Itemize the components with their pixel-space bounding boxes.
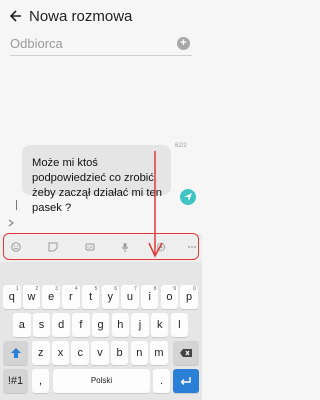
key-z[interactable]: z — [32, 341, 50, 365]
key-number-hint: 9 — [173, 286, 177, 292]
symbols-key[interactable]: !#1 — [3, 369, 28, 393]
key-q[interactable]: q1 — [3, 285, 21, 309]
key-a[interactable]: a — [13, 313, 31, 337]
key-g[interactable]: g — [91, 313, 110, 337]
space-key[interactable]: Polski — [53, 369, 150, 393]
key-label: k — [156, 319, 163, 331]
key-n[interactable]: n — [130, 341, 149, 365]
key-number-hint: 5 — [94, 286, 98, 292]
recipient-input[interactable]: Odbiorca — [10, 36, 63, 51]
text-cursor — [16, 200, 17, 210]
key-number-hint: 3 — [55, 286, 58, 292]
key-p[interactable]: p0 — [180, 285, 198, 309]
key-b[interactable]: b — [110, 341, 129, 365]
chevron-right-icon[interactable] — [8, 219, 14, 230]
key-label: o — [166, 291, 173, 303]
key-label: g — [97, 319, 104, 331]
enter-icon — [180, 377, 191, 385]
shift-key[interactable] — [3, 341, 28, 365]
key-label: a — [18, 319, 25, 331]
comma-key[interactable]: , — [32, 369, 49, 393]
plus-icon[interactable]: + — [177, 37, 190, 50]
key-label: y — [107, 291, 114, 303]
key-label: b — [116, 347, 123, 359]
key-label: q — [8, 291, 15, 303]
key-label: c — [77, 347, 83, 359]
divider — [10, 55, 192, 56]
enter-key[interactable] — [173, 369, 199, 393]
key-label: n — [136, 347, 143, 359]
key-number-hint: 6 — [114, 286, 118, 292]
key-i[interactable]: i8 — [140, 285, 159, 309]
backspace-icon — [180, 349, 192, 357]
key-label: h — [117, 319, 124, 331]
key-label: w — [27, 291, 36, 303]
key-label: p — [186, 291, 193, 303]
key-v[interactable]: v — [91, 341, 109, 365]
send-icon[interactable] — [180, 189, 196, 205]
key-label: d — [58, 319, 65, 331]
key-label: v — [97, 347, 103, 359]
key-label: m — [154, 347, 164, 359]
key-number-hint: 8 — [153, 286, 157, 292]
annotation-box — [3, 233, 199, 260]
annotation-arrow-icon — [148, 151, 163, 258]
key-h[interactable]: h — [111, 313, 130, 337]
key-label: r — [69, 291, 73, 303]
shift-icon — [10, 348, 21, 358]
key-d[interactable]: d — [52, 313, 70, 337]
key-y[interactable]: y6 — [101, 285, 120, 309]
key-r[interactable]: r4 — [62, 285, 80, 309]
space-key-label: Polski — [90, 376, 113, 385]
character-counter: 62/2 — [175, 143, 187, 149]
key-k[interactable]: k — [150, 313, 169, 337]
key-label: j — [138, 319, 142, 331]
key-number-hint: 0 — [193, 286, 196, 292]
arrow-left-icon[interactable] — [9, 10, 21, 24]
key-c[interactable]: c — [71, 341, 89, 365]
key-j[interactable]: j — [131, 313, 149, 337]
key-number-hint: 1 — [15, 286, 19, 292]
key-number-hint: 2 — [35, 286, 39, 292]
key-label: l — [178, 319, 181, 331]
key-e[interactable]: e3 — [42, 285, 60, 309]
message-text[interactable]: Może mi ktoś podpowiedzieć co zrobić żeb… — [32, 156, 162, 216]
keyboard: q1w2e3r4t5y6u7i8o9p0 asdfghjkl zxcvbnm !… — [0, 262, 202, 400]
key-label: f — [79, 319, 83, 331]
key-number-hint: 4 — [74, 286, 78, 292]
symbols-key-label: !#1 — [7, 375, 24, 387]
key-label: s — [38, 319, 45, 331]
key-o[interactable]: o9 — [160, 285, 179, 309]
key-u[interactable]: u7 — [121, 285, 139, 309]
backspace-key[interactable] — [173, 341, 199, 365]
key-x[interactable]: x — [51, 341, 70, 365]
key-label: e — [48, 291, 55, 303]
key-m[interactable]: m — [150, 341, 168, 365]
period-key[interactable]: . — [153, 369, 170, 393]
key-label: i — [148, 291, 151, 303]
key-label: t — [89, 291, 93, 303]
key-w[interactable]: w2 — [22, 285, 41, 309]
key-number-hint: 7 — [134, 286, 137, 292]
page-title: Nowa rozmowa — [29, 8, 133, 25]
key-label: z — [38, 347, 44, 359]
period-key-label: . — [159, 375, 164, 387]
key-l[interactable]: l — [170, 313, 189, 337]
key-f[interactable]: f — [72, 313, 90, 337]
key-label: u — [126, 291, 134, 303]
key-s[interactable]: s — [32, 313, 51, 337]
comma-key-label: , — [38, 375, 43, 387]
key-t[interactable]: t5 — [81, 285, 100, 309]
key-label: x — [57, 347, 64, 359]
